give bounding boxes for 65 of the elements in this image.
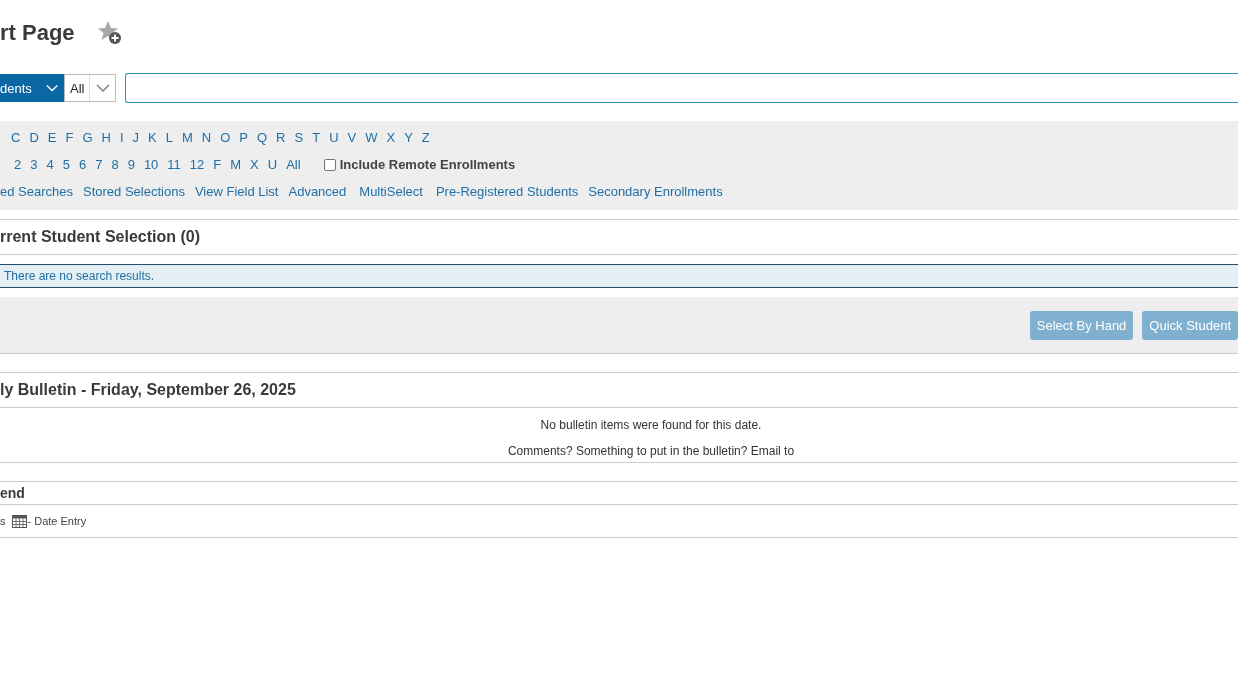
- grade-link[interactable]: F: [213, 157, 222, 172]
- bulletin-text: Comments? Something to put in the bulletin? Email to: [507, 444, 795, 458]
- scope-dropdown[interactable]: All: [64, 74, 116, 102]
- grade-link[interactable]: 6: [78, 157, 87, 172]
- grade-link[interactable]: 10: [143, 157, 159, 172]
- legend-text: - Date Entry: [27, 515, 87, 527]
- search-tool-link[interactable]: Secondary Enrollments: [588, 184, 723, 199]
- letter-link[interactable]: R: [276, 130, 286, 145]
- search-tool-link[interactable]: MultiSelect: [359, 184, 423, 199]
- grade-link[interactable]: 8: [111, 157, 119, 172]
- checkbox[interactable]: [323, 158, 336, 171]
- search-category-dropdown[interactable]: dents: [0, 74, 64, 102]
- letter-link[interactable]: C: [11, 130, 21, 145]
- grade-link[interactable]: 2: [14, 157, 22, 172]
- letter-link[interactable]: N: [201, 130, 212, 145]
- grade-link[interactable]: All: [286, 157, 301, 172]
- search-tool-link[interactable]: Stored Selections: [83, 184, 185, 199]
- search-tool-link[interactable]: View Field List: [194, 184, 279, 199]
- letter-link[interactable]: F: [65, 130, 74, 145]
- search-tool-link[interactable]: ed Searches: [0, 184, 73, 199]
- grade-link[interactable]: M: [230, 157, 242, 172]
- letter-link[interactable]: E: [47, 130, 57, 145]
- letter-link[interactable]: W: [365, 130, 378, 145]
- grade-link[interactable]: 11: [167, 157, 181, 172]
- grade-link[interactable]: 7: [95, 157, 103, 172]
- letter-link[interactable]: T: [312, 130, 321, 145]
- chevron-down-icon: [96, 84, 111, 92]
- checkbox-label: Include Remote Enrollments: [339, 157, 516, 172]
- letter-link[interactable]: S: [294, 130, 304, 145]
- grade-link[interactable]: U: [267, 157, 278, 172]
- letter-link[interactable]: Y: [404, 130, 413, 145]
- grade-link[interactable]: 9: [127, 157, 135, 172]
- legend-text: s: [0, 515, 6, 527]
- letter-link[interactable]: X: [386, 130, 396, 145]
- letter-link[interactable]: Q: [257, 130, 268, 145]
- letter-link[interactable]: Z: [421, 130, 430, 145]
- search-field[interactable]: [125, 73, 1238, 103]
- letter-link[interactable]: U: [329, 130, 339, 145]
- add-favorite-star-icon[interactable]: [96, 20, 123, 46]
- search-tool-link[interactable]: Pre-Registered Students: [435, 184, 579, 199]
- section-heading: rrent Student Selection (0): [0, 219, 1238, 255]
- letter-link[interactable]: K: [148, 130, 157, 145]
- letter-link[interactable]: O: [220, 130, 231, 145]
- grade-link[interactable]: X: [250, 157, 259, 172]
- section-heading: ly Bulletin - Friday, September 26, 2025: [0, 372, 1238, 408]
- grade-link[interactable]: 3: [30, 157, 38, 172]
- letter-link[interactable]: L: [165, 130, 173, 145]
- letter-link[interactable]: V: [347, 130, 357, 145]
- letter-link[interactable]: D: [29, 130, 39, 145]
- letter-link[interactable]: H: [101, 130, 111, 145]
- letter-link[interactable]: P: [239, 130, 248, 145]
- letter-link[interactable]: G: [82, 130, 93, 145]
- calendar-icon: [11, 514, 27, 528]
- letter-link[interactable]: J: [132, 130, 140, 145]
- bulletin-text: No bulletin items were found for this date.: [540, 418, 762, 432]
- chevron-down-icon: [45, 84, 58, 92]
- info-message: There are no search results.: [0, 264, 1238, 288]
- grade-link[interactable]: 4: [46, 157, 54, 172]
- letter-link[interactable]: M: [181, 130, 193, 145]
- section-heading: end: [0, 481, 1238, 505]
- grade-link[interactable]: 5: [62, 157, 70, 172]
- letter-link[interactable]: I: [119, 130, 124, 145]
- grade-link[interactable]: 12: [189, 157, 205, 172]
- search-tool-link[interactable]: Advanced: [288, 184, 347, 199]
- page-title: rt Page: [0, 20, 75, 46]
